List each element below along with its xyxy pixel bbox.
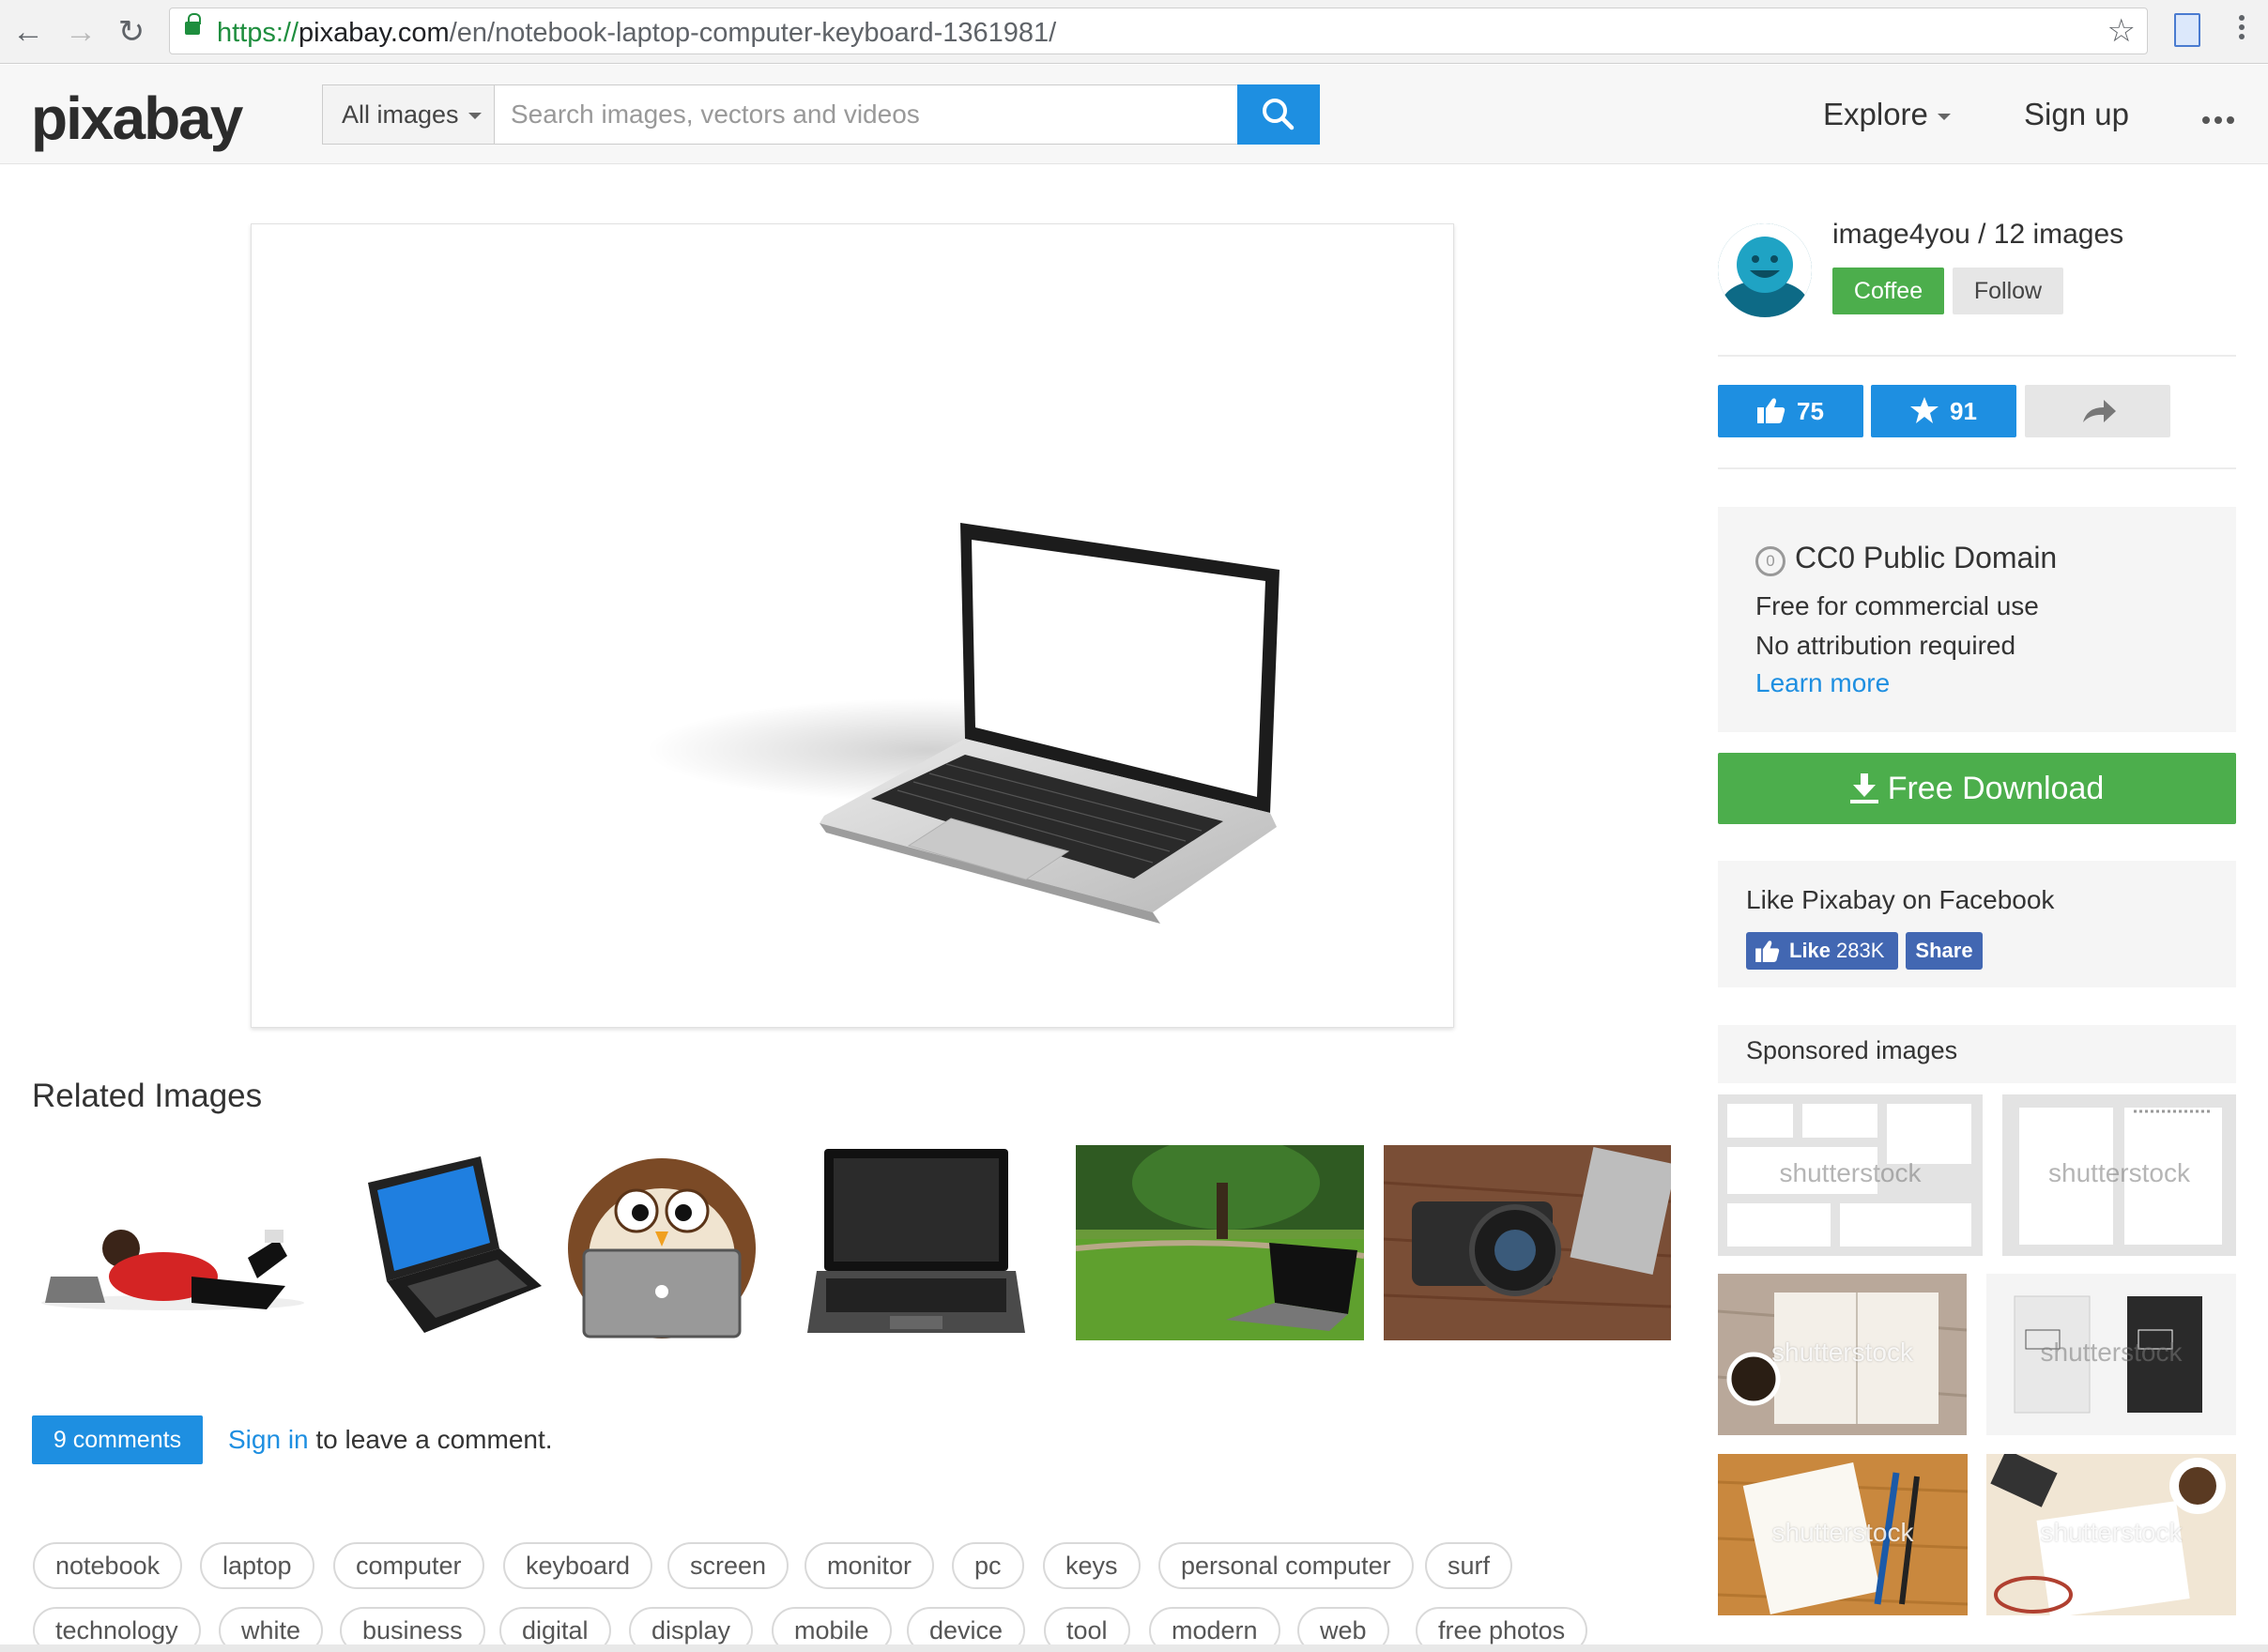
- back-arrow-icon[interactable]: ←: [9, 13, 47, 51]
- tag-keys[interactable]: keys: [1043, 1542, 1141, 1589]
- main-photo[interactable]: [251, 223, 1454, 1028]
- license-commercial-use: Free for commercial use: [1755, 591, 2039, 620]
- horizontal-scrollbar[interactable]: [0, 1644, 2268, 1652]
- share-button[interactable]: [2025, 385, 2170, 437]
- more-options-icon[interactable]: [2202, 112, 2240, 124]
- sponsored-image-notepad-pencils[interactable]: shutterstock: [1718, 1454, 1968, 1615]
- sponsored-image-writing-coffee[interactable]: shutterstock: [1986, 1454, 2236, 1615]
- comment-signin-note: Sign in to leave a comment.: [228, 1425, 553, 1454]
- shutterstock-watermark: shutterstock: [2048, 1158, 2190, 1187]
- shutterstock-watermark: shutterstock: [2040, 1518, 2183, 1547]
- search-button[interactable]: [1237, 84, 1320, 145]
- browser-toolbar: ← → ↻ https://pixabay.com/en/notebook-la…: [0, 0, 2268, 64]
- sponsored-image-open-notebook[interactable]: shutterstock: [1718, 1274, 1967, 1435]
- shutterstock-watermark: shutterstock: [1771, 1518, 1914, 1547]
- favorite-button[interactable]: 91: [1871, 385, 2016, 437]
- related-thumb-woman-laptop[interactable]: [32, 1145, 314, 1340]
- related-thumb-black-laptop[interactable]: [804, 1145, 1029, 1340]
- learn-more-link[interactable]: Learn more: [1755, 668, 1890, 698]
- comments-count-button[interactable]: 9 comments: [32, 1415, 203, 1464]
- share-arrow-icon: [2083, 400, 2116, 422]
- tag-pc[interactable]: pc: [952, 1542, 1024, 1589]
- related-images-heading: Related Images: [32, 1078, 263, 1114]
- extension-document-icon[interactable]: [2174, 13, 2200, 47]
- shutterstock-watermark: shutterstock: [1771, 1338, 1913, 1367]
- reload-icon[interactable]: ↻: [113, 13, 150, 51]
- license-attribution: No attribution required: [1755, 631, 2016, 660]
- browser-menu-icon[interactable]: [2230, 11, 2253, 49]
- sponsored-title: Sponsored images: [1746, 1036, 1958, 1064]
- search-type-dropdown[interactable]: All images: [323, 85, 495, 144]
- address-bar[interactable]: https://pixabay.com/en/notebook-laptop-c…: [169, 8, 2148, 54]
- free-download-button[interactable]: Free Download: [1718, 753, 2236, 824]
- follow-button[interactable]: Follow: [1953, 268, 2063, 314]
- chevron-down-icon: [467, 113, 482, 120]
- tag-personal-computer[interactable]: personal computer: [1158, 1542, 1414, 1589]
- search-icon: [1263, 99, 1295, 130]
- sign-in-link[interactable]: Sign in: [228, 1425, 309, 1454]
- download-icon: [1849, 773, 1878, 803]
- tag-monitor[interactable]: monitor: [805, 1542, 935, 1589]
- sponsored-image-paper-scraps[interactable]: shutterstock: [1718, 1094, 1983, 1256]
- search-bar: All images: [322, 84, 1320, 145]
- related-thumb-camera-on-wood[interactable]: [1384, 1145, 1671, 1340]
- signup-link[interactable]: Sign up: [2024, 97, 2129, 132]
- search-input[interactable]: [496, 85, 1237, 144]
- tag-surf[interactable]: surf: [1425, 1542, 1513, 1589]
- facebook-box: Like Pixabay on Facebook Like 283K Share: [1718, 861, 2236, 987]
- tag-screen[interactable]: screen: [667, 1542, 789, 1589]
- shutterstock-watermark: shutterstock: [2040, 1338, 2183, 1367]
- facebook-share-button[interactable]: Share: [1906, 932, 1983, 970]
- coffee-button[interactable]: Coffee: [1832, 268, 1944, 314]
- cc0-icon: 0: [1755, 546, 1785, 576]
- divider: [1718, 355, 2236, 357]
- license-box: 0 CC0 Public Domain Free for commercial u…: [1718, 507, 2236, 732]
- bookmark-star-icon[interactable]: ☆: [2107, 12, 2136, 50]
- url-text: https://pixabay.com/en/notebook-laptop-c…: [217, 18, 1057, 48]
- facebook-title: Like Pixabay on Facebook: [1746, 885, 2055, 914]
- star-icon: [1910, 397, 1939, 423]
- chevron-down-icon: [1937, 113, 1951, 120]
- pixabay-logo[interactable]: pixabay: [31, 84, 243, 153]
- lock-icon: [185, 13, 201, 35]
- sponsored-header: Sponsored images: [1718, 1025, 2236, 1083]
- like-button[interactable]: 75: [1718, 385, 1863, 437]
- sponsored-image-notebooks[interactable]: shutterstock: [2002, 1094, 2236, 1256]
- sponsored-image-logo-notebooks[interactable]: shutterstock: [1986, 1274, 2236, 1435]
- tag-keyboard[interactable]: keyboard: [503, 1542, 653, 1589]
- facebook-thumbs-up-icon: [1755, 941, 1780, 962]
- shutterstock-watermark: shutterstock: [1779, 1158, 1922, 1187]
- site-header: pixabay All images Explore Sign up: [0, 65, 2268, 164]
- tag-laptop[interactable]: laptop: [200, 1542, 314, 1589]
- related-thumb-laptop-on-grass[interactable]: [1076, 1145, 1364, 1340]
- related-thumb-blue-laptop[interactable]: [349, 1145, 546, 1340]
- author-avatar[interactable]: [1718, 223, 1812, 317]
- explore-menu[interactable]: Explore: [1823, 97, 1951, 132]
- forward-arrow-icon[interactable]: →: [62, 13, 100, 51]
- divider: [1718, 467, 2236, 469]
- laptop-photo: [646, 523, 1280, 924]
- tag-notebook[interactable]: notebook: [33, 1542, 183, 1589]
- license-title: 0 CC0 Public Domain: [1755, 541, 2057, 576]
- related-thumb-owl-laptop[interactable]: [563, 1145, 760, 1340]
- tag-computer[interactable]: computer: [333, 1542, 484, 1589]
- thumbs-up-icon: [1757, 398, 1785, 423]
- facebook-like-button[interactable]: Like 283K: [1746, 932, 1898, 970]
- author-name[interactable]: image4you / 12 images: [1832, 219, 2123, 251]
